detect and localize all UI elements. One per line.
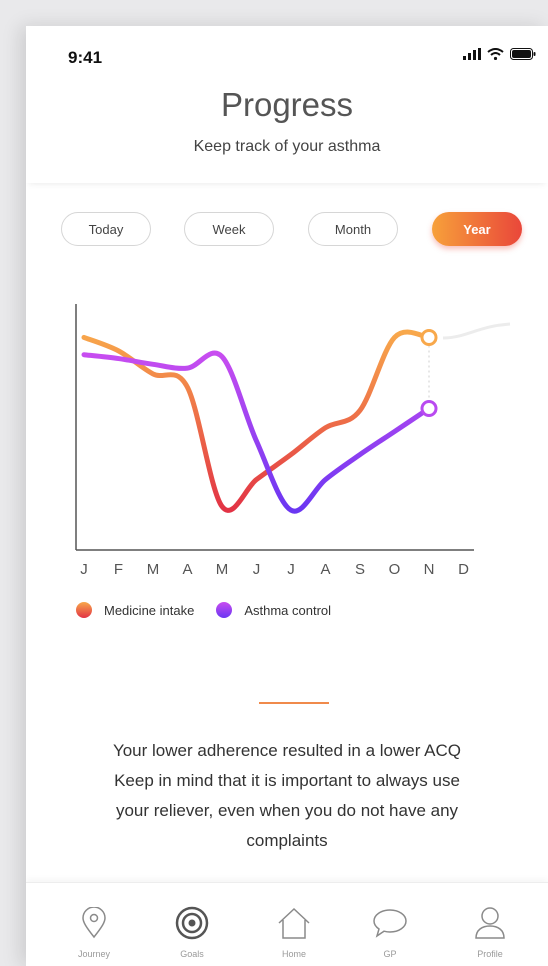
x-tick-label: J xyxy=(253,561,261,578)
phone-screen: 9:41 Progress Keep track of your asthma xyxy=(26,26,548,966)
legend-label-medicine: Medicine intake xyxy=(104,602,195,618)
tab-label-profile: Profile xyxy=(477,949,503,959)
legend-dot-asthma xyxy=(216,602,233,618)
asthma-control-end-marker[interactable] xyxy=(420,399,438,417)
page-subtitle: Keep track of your asthma xyxy=(193,138,381,155)
page-header: Progress Keep track of your asthma xyxy=(26,78,548,183)
tab-bar: Journey Goals Home GP Profile xyxy=(26,882,548,966)
message-line: Keep in mind that it is important to alw… xyxy=(114,771,460,790)
x-tick-label: S xyxy=(355,561,365,578)
tab-gp[interactable]: GP xyxy=(350,905,430,965)
legend-item-medicine: Medicine intake xyxy=(76,602,194,618)
x-tick-label: A xyxy=(182,561,192,578)
tab-label-home: Home xyxy=(281,949,306,959)
tab-journey[interactable]: Journey xyxy=(54,905,134,965)
section-divider xyxy=(259,702,329,704)
future-trend-line xyxy=(442,322,511,340)
legend-dot-medicine xyxy=(76,602,92,618)
x-tick-label: F xyxy=(114,561,123,578)
feedback-message: Your lower adherence resulted in a lower… xyxy=(56,736,518,856)
profile-icon xyxy=(472,905,508,941)
x-tick-label: D xyxy=(458,561,469,578)
tab-label-journey: Journey xyxy=(77,949,111,959)
tab-profile[interactable]: Profile xyxy=(450,905,530,965)
tab-home[interactable]: Home xyxy=(254,905,334,965)
tab-label-goals: Goals xyxy=(180,949,204,959)
x-tick-label: A xyxy=(320,561,330,578)
battery-icon xyxy=(510,48,536,60)
filter-year-button[interactable]: Year xyxy=(432,212,522,246)
message-line: your reliever, even when you do not have… xyxy=(115,801,459,820)
filter-week-button[interactable]: Week xyxy=(184,212,274,246)
medicine-intake-end-marker[interactable] xyxy=(420,328,438,346)
legend-item-asthma: Asthma control xyxy=(216,602,331,618)
location-pin-icon xyxy=(76,905,112,941)
medicine-intake-line xyxy=(81,329,432,513)
x-tick-label: M xyxy=(216,561,229,578)
x-tick-label: J xyxy=(287,561,295,578)
progress-chart: JFMAMJJASOND xyxy=(26,294,548,594)
message-line: complaints xyxy=(246,831,328,850)
message-line: Your lower adherence resulted in a lower… xyxy=(112,741,462,760)
progress-chart-svg: JFMAMJJASOND xyxy=(75,304,511,578)
signal-icon xyxy=(463,48,481,60)
wifi-icon xyxy=(487,48,504,60)
filter-today-button[interactable]: Today xyxy=(61,212,151,246)
chat-bubble-icon xyxy=(372,905,408,941)
tab-label-gp: GP xyxy=(383,949,397,959)
filter-month-button[interactable]: Month xyxy=(308,212,398,246)
status-bar: 9:41 xyxy=(26,26,548,86)
x-tick-label: J xyxy=(80,561,88,578)
x-tick-label: M xyxy=(147,561,160,578)
tab-goals[interactable]: Goals xyxy=(152,905,232,965)
status-time: 9:41 xyxy=(68,48,103,67)
period-filter: Today Week Month Year xyxy=(26,212,548,248)
x-tick-label: N xyxy=(424,561,435,578)
chart-legend: Medicine intake Asthma control xyxy=(76,598,353,622)
home-icon xyxy=(276,905,312,941)
x-tick-label: O xyxy=(389,561,401,578)
page-title: Progress xyxy=(220,86,354,123)
legend-label-asthma: Asthma control xyxy=(244,602,332,618)
status-icons xyxy=(463,48,536,60)
target-icon xyxy=(174,905,210,941)
